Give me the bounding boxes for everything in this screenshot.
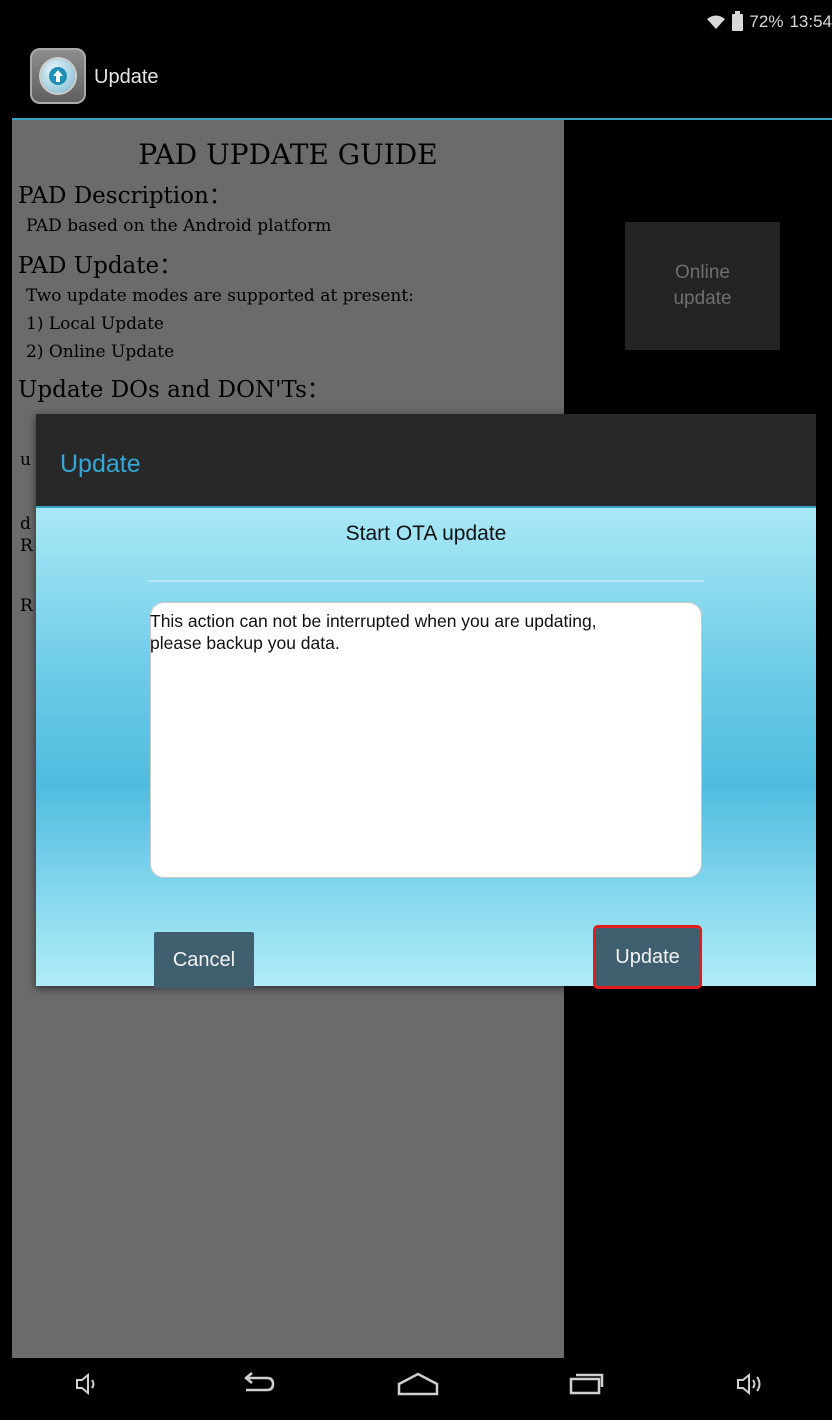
dialog-header: Update: [36, 414, 816, 508]
status-bar: 72% 13:54: [12, 8, 832, 38]
action-bar: Update: [12, 38, 832, 120]
back-icon[interactable]: [240, 1370, 276, 1398]
navigation-bar: [12, 1358, 832, 1412]
guide-title: PAD UPDATE GUIDE: [138, 138, 438, 171]
battery-percent: 72%: [749, 12, 784, 31]
update-line: 1) Local Update: [26, 314, 164, 334]
dialog-subtitle: Start OTA update: [345, 522, 507, 545]
guide-fragment: u: [20, 450, 31, 470]
dos-heading: Update DOs and DON'Ts：: [18, 377, 330, 403]
screen: 72% 13:54 Update PAD UPDATE GUIDE PAD De…: [12, 8, 832, 1412]
app-update-icon[interactable]: [30, 48, 86, 104]
cancel-button[interactable]: Cancel: [154, 932, 254, 988]
battery-icon: [732, 10, 744, 31]
dialog-title: Update: [60, 450, 141, 478]
online-update-button[interactable]: Online update: [625, 222, 780, 350]
guide-fragment: d: [20, 514, 31, 534]
volume-down-icon[interactable]: [74, 1370, 100, 1398]
arrow-up-icon: [49, 67, 67, 85]
volume-up-icon[interactable]: [736, 1370, 766, 1398]
guide-fragment: R: [20, 536, 33, 556]
status-time: 13:54: [789, 12, 832, 31]
update-line: 2) Online Update: [26, 342, 175, 362]
wifi-icon: [707, 15, 726, 29]
online-update-label: Online update: [673, 262, 732, 309]
update-button[interactable]: Update: [593, 925, 702, 989]
update-line: Two update modes are supported at presen…: [26, 286, 414, 306]
action-bar-title: Update: [94, 66, 159, 88]
guide-fragment: R: [20, 596, 33, 616]
dialog-divider: [148, 580, 704, 582]
description-text: PAD based on the Android platform: [26, 216, 332, 236]
home-icon[interactable]: [396, 1370, 440, 1398]
update-dialog: Update Start OTA update This action can …: [36, 414, 816, 989]
update-heading: PAD Update：: [18, 253, 183, 279]
description-heading: PAD Description：: [18, 183, 232, 209]
status-icons: 72% 13:54: [706, 10, 832, 32]
message-box: This action can not be interrupted when …: [150, 602, 702, 878]
recents-icon[interactable]: [568, 1370, 604, 1398]
message-text: This action can not be interrupted when …: [150, 611, 597, 653]
dialog-body: Start OTA update This action can not be …: [36, 508, 816, 989]
